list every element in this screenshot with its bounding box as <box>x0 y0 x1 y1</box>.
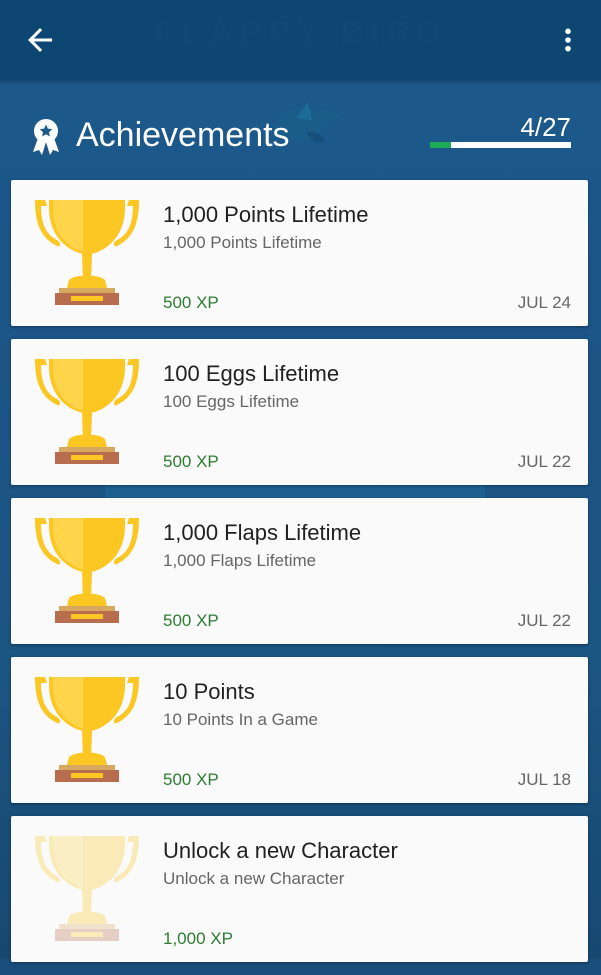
achievement-description: 1,000 Points Lifetime <box>163 233 322 252</box>
more-vert-icon[interactable] <box>552 22 584 58</box>
arrow-left-icon[interactable] <box>22 22 58 58</box>
achievement-title: Unlock a new Character <box>163 838 398 863</box>
achievement-xp: 500 XP <box>163 611 219 630</box>
achievement-card[interactable]: 100 Eggs Lifetime 100 Eggs Lifetime 500 … <box>11 339 588 485</box>
achievement-date: JUL 22 <box>517 452 571 471</box>
achievement-progress-count: 4/27 <box>520 112 571 142</box>
achievement-title: 1,000 Points Lifetime <box>163 202 369 227</box>
achievement-description: 100 Eggs Lifetime <box>163 392 300 411</box>
app-bar-title: FLAPPY BIRD <box>155 14 448 52</box>
achievement-card-locked[interactable]: Unlock a new Character Unlock a new Char… <box>11 816 588 962</box>
trophy-icon <box>31 516 143 628</box>
achievement-card[interactable]: 10 Points 10 Points In a Game 500 XP JUL… <box>11 657 588 803</box>
achievement-progress-bar <box>430 142 571 148</box>
achievement-xp: 1,000 XP <box>163 929 233 948</box>
achievement-card[interactable]: 1,000 Points Lifetime 1,000 Points Lifet… <box>11 180 588 326</box>
achievement-progress-fill <box>430 142 451 148</box>
app-bar: FLAPPY BIRD <box>0 0 601 80</box>
achievement-date: JUL 18 <box>517 770 571 789</box>
achievement-title: 100 Eggs Lifetime <box>163 361 340 386</box>
page-title: Achievements <box>76 116 290 154</box>
trophy-icon <box>31 198 143 310</box>
achievement-list[interactable]: 1,000 Points Lifetime 1,000 Points Lifet… <box>11 180 588 975</box>
achievement-title: 10 Points <box>163 679 255 704</box>
achievement-description: Unlock a new Character <box>163 869 345 888</box>
achievements-header: Achievements 4/27 <box>0 80 601 180</box>
achievement-xp: 500 XP <box>163 452 219 471</box>
achievement-description: 1,000 Flaps Lifetime <box>163 551 317 570</box>
trophy-icon <box>31 834 143 946</box>
trophy-icon <box>31 675 143 787</box>
achievement-date: JUL 24 <box>517 293 571 312</box>
award-ribbon-icon <box>33 119 59 155</box>
achievement-title: 1,000 Flaps Lifetime <box>163 520 362 545</box>
achievement-card[interactable]: 1,000 Flaps Lifetime 1,000 Flaps Lifetim… <box>11 498 588 644</box>
achievement-xp: 500 XP <box>163 293 219 312</box>
achievement-description: 10 Points In a Game <box>163 710 318 729</box>
trophy-icon <box>31 357 143 469</box>
achievement-date: JUL 22 <box>517 611 571 630</box>
achievement-xp: 500 XP <box>163 770 219 789</box>
